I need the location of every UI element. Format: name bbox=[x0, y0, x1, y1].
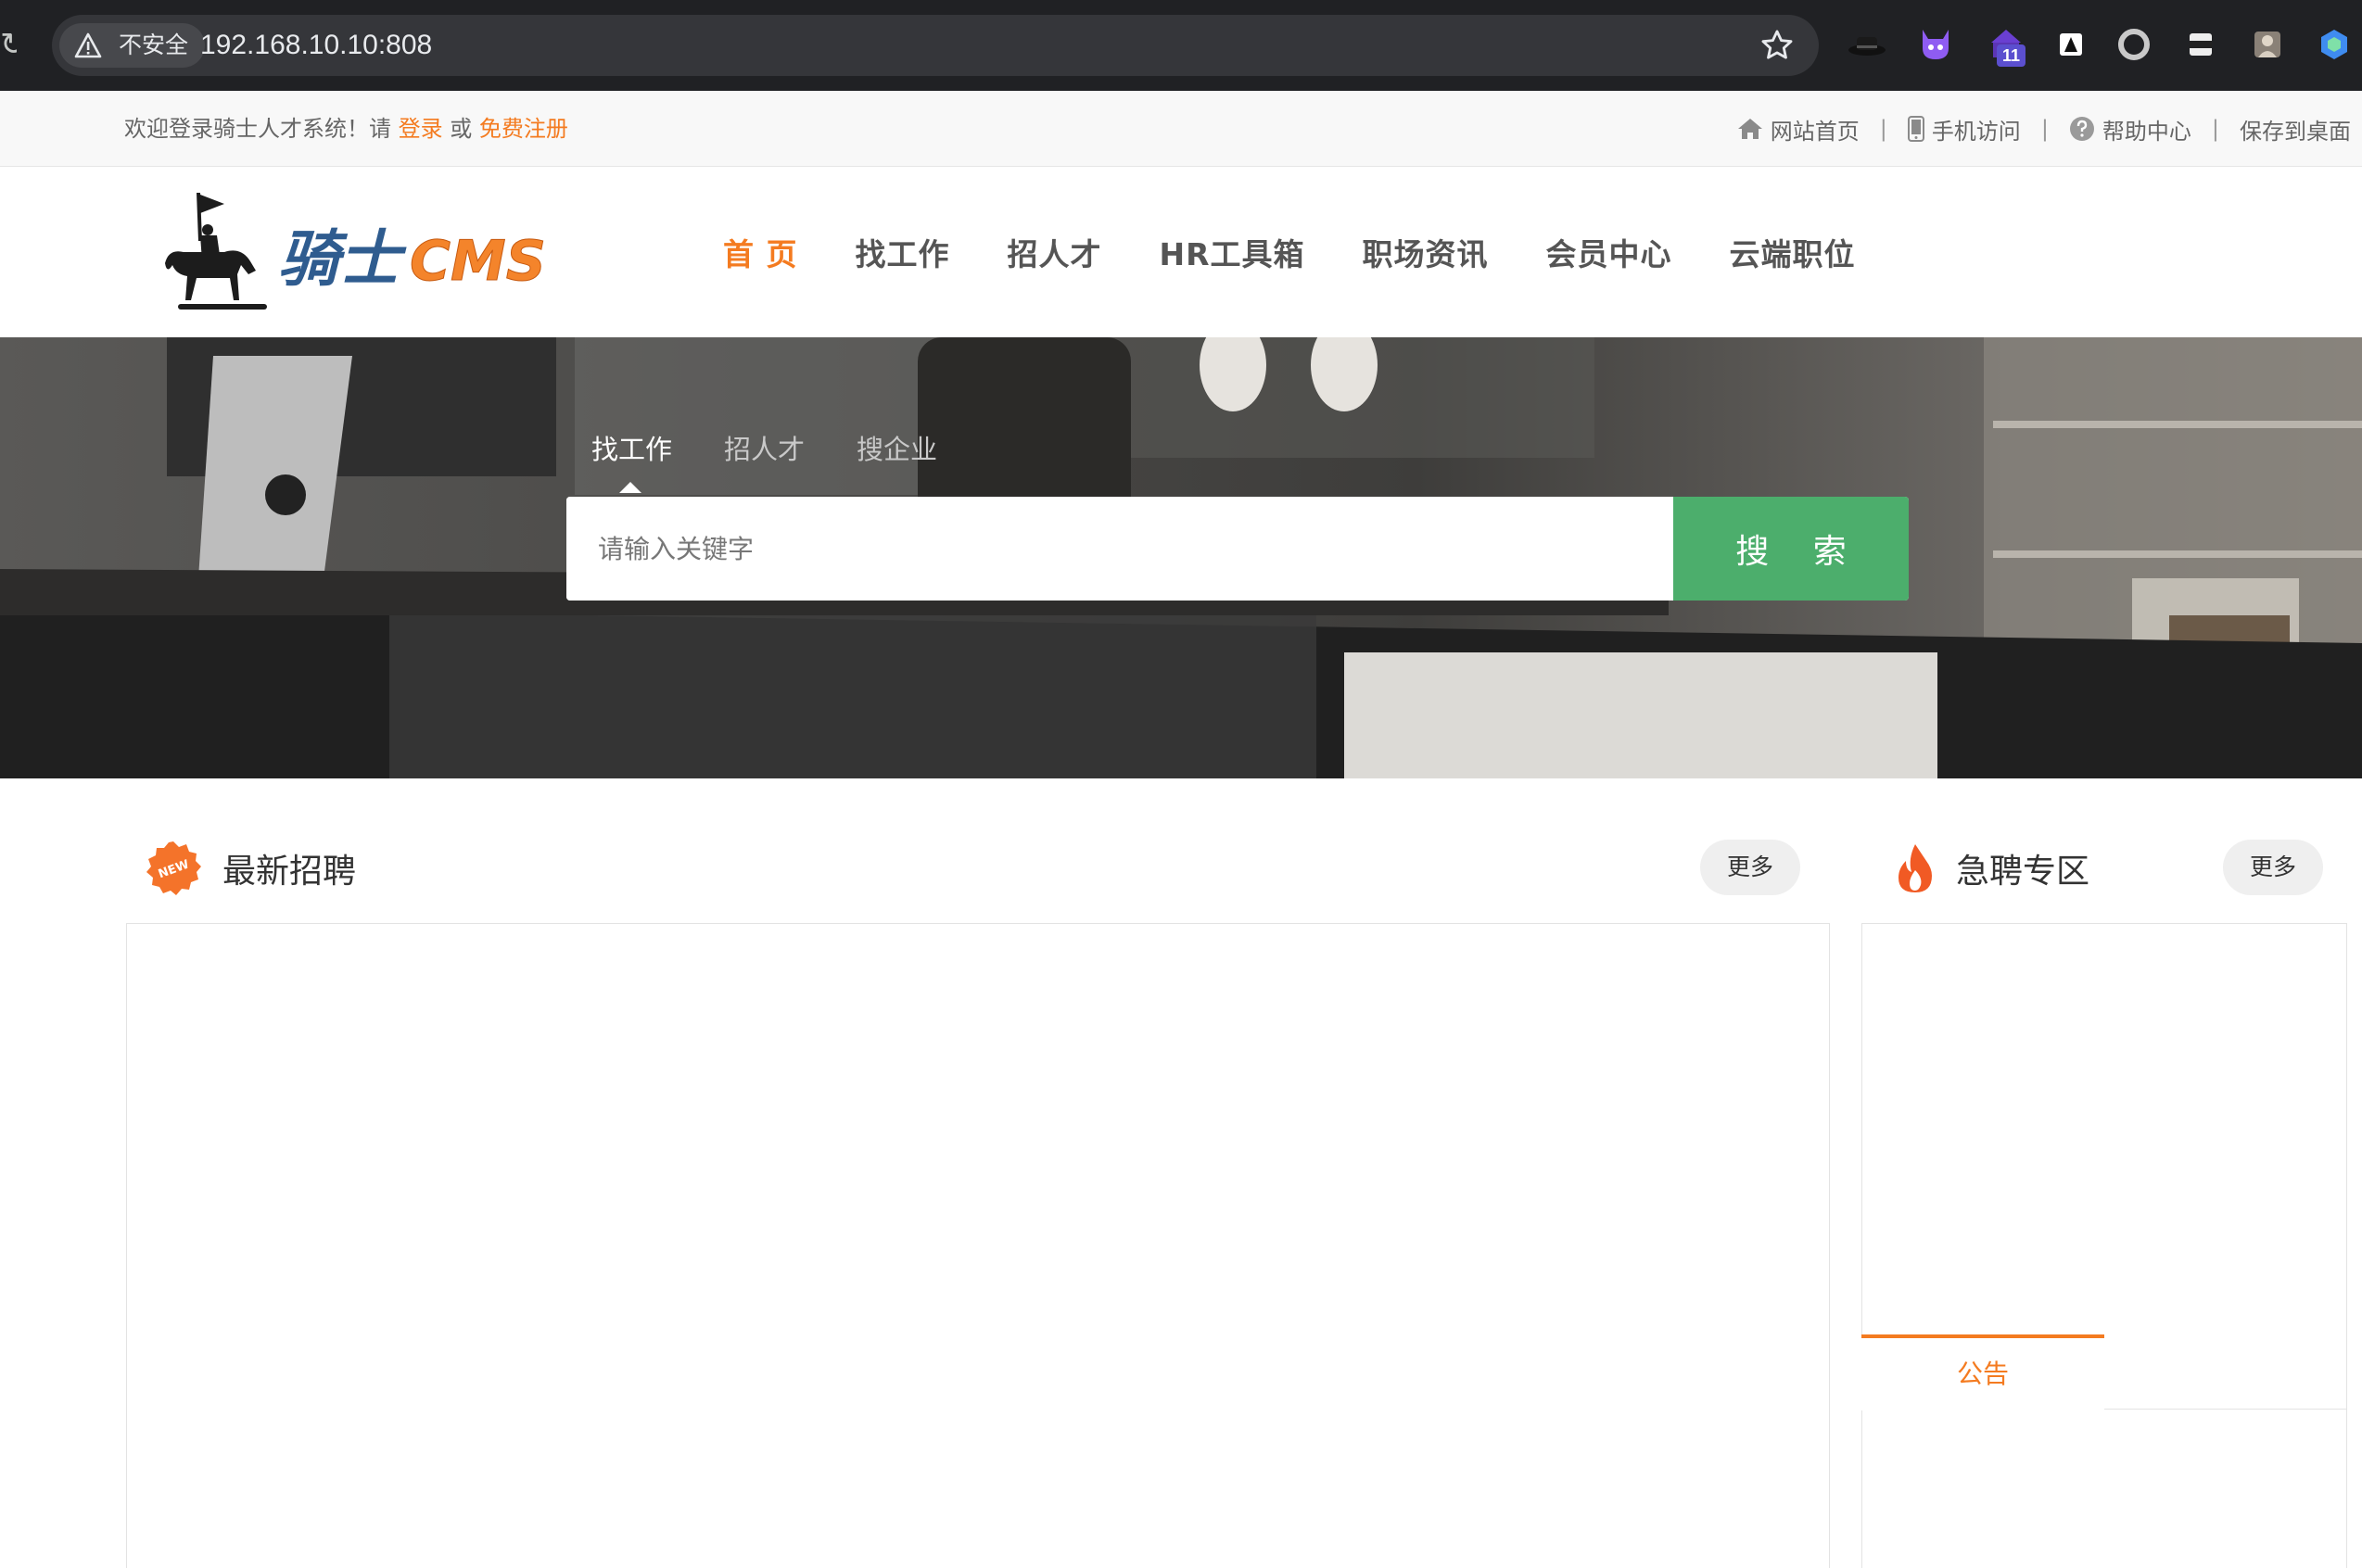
welcome-prefix: 欢迎登录骑士人才系统！请 bbox=[124, 116, 399, 142]
register-link[interactable]: 免费注册 bbox=[479, 116, 568, 142]
urgent-jobs-header: 急聘专区 bbox=[1895, 832, 2089, 904]
site-header: 骑士 CMS 首 页 找工作 招人才 HR工具箱 职场资讯 会员中心 云端职位 bbox=[0, 167, 2362, 337]
search-tab-jobs[interactable]: 找工作 bbox=[591, 428, 672, 467]
nav-hire-talent[interactable]: 招人才 bbox=[1008, 230, 1102, 274]
separator: | bbox=[2040, 116, 2049, 142]
avatar-extension-icon[interactable] bbox=[2245, 20, 2290, 69]
main-nav: 首 页 找工作 招人才 HR工具箱 职场资讯 会员中心 云端职位 bbox=[723, 167, 1913, 337]
welcome-text: 欢迎登录骑士人才系统！请 登录 或 免费注册 bbox=[124, 91, 568, 167]
mobile-access-label: 手机访问 bbox=[1931, 118, 2021, 145]
save-to-desktop-link[interactable]: 保存到桌面 bbox=[2240, 113, 2351, 145]
reload-icon[interactable]: ↻ bbox=[0, 22, 17, 67]
nav-member-center[interactable]: 会员中心 bbox=[1546, 230, 1672, 274]
active-tab-caret bbox=[619, 482, 641, 493]
help-center-link[interactable]: 帮助中心 bbox=[2069, 113, 2191, 145]
new-badge-icon: NEW bbox=[146, 841, 201, 895]
site-home-link[interactable]: 网站首页 bbox=[1737, 113, 1860, 145]
site-logo[interactable]: 骑士 CMS bbox=[159, 185, 549, 320]
latest-jobs-title: 最新招聘 bbox=[222, 853, 357, 891]
top-links: 网站首页 | 手机访问 | 帮助中心 | 保存到桌面 bbox=[1737, 91, 2351, 167]
mobile-phone-icon bbox=[1907, 116, 1924, 142]
devil-extension-icon[interactable] bbox=[1913, 20, 1958, 69]
knight-horse-icon bbox=[165, 193, 267, 310]
fire-icon bbox=[1898, 844, 1932, 892]
help-center-label: 帮助中心 bbox=[2102, 118, 2191, 145]
nav-find-job[interactable]: 找工作 bbox=[856, 230, 950, 274]
security-chip[interactable]: 不安全 bbox=[59, 23, 206, 68]
cube-extension-icon[interactable] bbox=[2312, 20, 2356, 69]
hero-banner: 找工作 招人才 搜企业 搜 索 bbox=[0, 337, 2362, 778]
mask-extension-icon[interactable] bbox=[2178, 20, 2223, 69]
search-input[interactable] bbox=[566, 497, 1673, 601]
search-button[interactable]: 搜 索 bbox=[1673, 497, 1909, 601]
latest-jobs-header: NEW 最新招聘 bbox=[145, 832, 356, 904]
security-label: 不安全 bbox=[119, 32, 189, 58]
urgent-jobs-more-button[interactable]: 更多 bbox=[2223, 840, 2323, 895]
help-icon bbox=[2069, 117, 2094, 141]
svg-text:CMS: CMS bbox=[410, 229, 546, 294]
latest-jobs-panel bbox=[126, 923, 1830, 1568]
separator: | bbox=[2211, 116, 2219, 142]
bookmark-star-icon[interactable] bbox=[1759, 28, 1795, 63]
nav-career-news[interactable]: 职场资讯 bbox=[1363, 230, 1489, 274]
home-icon bbox=[1737, 119, 1762, 139]
address-bar[interactable]: 不安全 192.168.10.10:808 bbox=[52, 15, 1819, 76]
nav-cloud-jobs[interactable]: 云端职位 bbox=[1730, 230, 1856, 274]
nav-home[interactable]: 首 页 bbox=[723, 230, 798, 274]
urgent-jobs-title: 急聘专区 bbox=[1956, 853, 2090, 891]
nav-hr-toolbox[interactable]: HR工具箱 bbox=[1160, 230, 1305, 274]
login-link[interactable]: 登录 bbox=[399, 116, 443, 142]
mobile-access-link[interactable]: 手机访问 bbox=[1907, 113, 2021, 145]
url-text[interactable]: 192.168.10.10:808 bbox=[200, 15, 432, 76]
search-tab-talent[interactable]: 招人才 bbox=[724, 428, 805, 467]
extension-badge: 11 bbox=[1997, 44, 2026, 67]
or-text: 或 bbox=[442, 116, 479, 142]
search-type-tabs: 找工作 招人才 搜企业 bbox=[591, 428, 937, 467]
svg-text:骑士: 骑士 bbox=[278, 222, 407, 295]
hat-extension-icon[interactable] bbox=[1845, 20, 1889, 69]
search-box: 搜 索 bbox=[566, 497, 1909, 601]
urgent-jobs-panel bbox=[1861, 923, 2347, 1568]
counter-extension-icon[interactable]: 11 bbox=[1984, 20, 2028, 69]
top-utility-bar: 欢迎登录骑士人才系统！请 登录 或 免费注册 网站首页 | 手机访问 | 帮助中… bbox=[0, 91, 2362, 167]
circle-extension-icon[interactable] bbox=[2112, 20, 2156, 69]
browser-toolbar: ↻ 不安全 192.168.10.10:808 11 bbox=[0, 0, 2362, 91]
notice-tab[interactable]: 公告 bbox=[1861, 1334, 2104, 1410]
warning-icon bbox=[74, 32, 102, 58]
text-extension-icon[interactable] bbox=[2049, 20, 2093, 69]
search-tab-companies[interactable]: 搜企业 bbox=[857, 428, 937, 467]
separator: | bbox=[1879, 116, 1887, 142]
site-home-label: 网站首页 bbox=[1770, 118, 1860, 145]
save-to-desktop-label: 保存到桌面 bbox=[2240, 118, 2351, 145]
notice-tab-divider bbox=[2104, 1409, 2347, 1410]
latest-jobs-more-button[interactable]: 更多 bbox=[1700, 840, 1800, 895]
